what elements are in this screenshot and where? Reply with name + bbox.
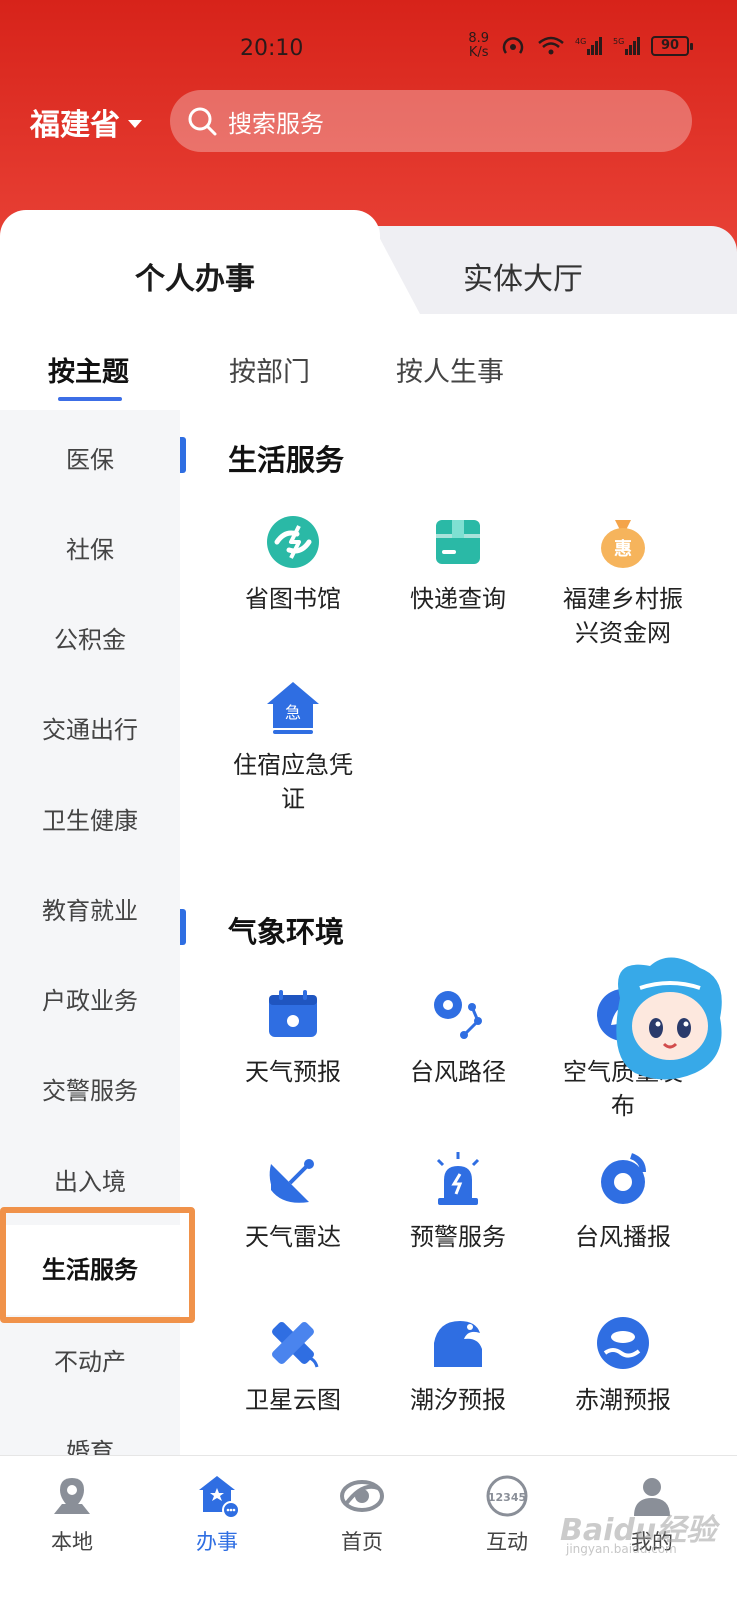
service-tide-forecast[interactable]: 潮汐预报 [378,1313,538,1417]
service-provincial-library[interactable]: 省图书馆 [213,512,373,616]
nav-label: 本地 [51,1530,93,1554]
tab-personal-label[interactable]: 个人办事 [135,254,255,298]
sidebar-item-real-estate[interactable]: 不动产 [0,1342,180,1377]
caret-down-icon [128,120,142,128]
hotline-badge-text: 12345 [488,1491,526,1504]
region-selector[interactable]: 福建省 [30,100,142,144]
svg-text:惠: 惠 [614,539,632,560]
location-pin-icon [54,1478,90,1514]
svg-text:急: 急 [285,703,301,722]
nav-label: 互动 [486,1530,528,1554]
selection-highlight [0,1207,195,1323]
status-time: 20:10 [240,36,304,61]
service-label: 赤潮预报 [575,1386,671,1414]
service-label: 潮汐预报 [410,1386,506,1414]
region-label: 福建省 [30,108,120,143]
service-warning[interactable]: 预警服务 [378,1150,538,1254]
sidebar-item-health[interactable]: 卫生健康 [0,801,180,836]
service-label: 福建乡村振 兴资金网 [563,585,683,647]
nav-interaction[interactable]: 12345 互动 [447,1474,567,1556]
battery-indicator: 90 [651,36,693,56]
section-title-life: 生活服务 [228,443,345,477]
sidebar-item-housing-fund[interactable]: 公积金 [0,620,180,655]
red-tide-icon [597,1317,649,1369]
subtab-by-life-event[interactable]: 按人生事 [396,350,504,389]
calendar-sun-icon [269,990,317,1037]
sidebar-item-education[interactable]: 教育就业 [0,891,180,926]
subtab-by-theme[interactable]: 按主题 [48,350,129,389]
service-label: 卫星云图 [245,1386,341,1414]
service-label: 住宿应急凭 证 [233,751,353,813]
service-label: 省图书馆 [245,585,341,613]
service-accommodation-emergency[interactable]: 急 住宿应急凭 证 [213,678,373,816]
service-label: 台风路径 [410,1058,506,1086]
wave-icon [434,1321,482,1367]
nav-local[interactable]: 本地 [12,1474,132,1556]
service-hall-icon [199,1476,239,1518]
service-label: 天气雷达 [245,1223,341,1251]
sidebar-item-exit-entry[interactable]: 出入境 [0,1162,180,1197]
sidebar-item-social-security[interactable]: 社保 [0,530,180,565]
mascot-assistant[interactable] [600,948,730,1088]
service-label: 天气预报 [245,1058,341,1086]
sidebar-item-transport[interactable]: 交通出行 [0,710,180,745]
sidebar-item-household[interactable]: 户政业务 [0,981,180,1016]
status-icons: 8.9 K/s 4G 5G 90 [468,31,693,60]
tab-hall-label[interactable]: 实体大厅 [463,254,583,298]
search-bar[interactable]: 搜索服务 [170,90,692,152]
signal-5g-icon: 5G [613,37,640,55]
hotline-12345-icon: 12345 [486,1475,528,1517]
top-tabs: 个人办事 实体大厅 [0,210,737,314]
signal-4g-icon: 4G [575,37,602,55]
service-label: 预警服务 [410,1223,506,1251]
wifi-icon [538,36,564,55]
home-logo-icon [340,1480,384,1512]
nav-home[interactable]: 首页 [302,1474,422,1556]
service-red-tide[interactable]: 赤潮预报 [543,1313,703,1417]
subtab-active-indicator [58,397,122,401]
parcel-box-icon [436,520,480,564]
service-express-query[interactable]: 快递查询 [378,512,538,616]
service-typhoon-path[interactable]: 台风路径 [378,985,538,1089]
sidebar-item-marriage[interactable]: 婚育 [0,1432,180,1455]
nav-label: 首页 [341,1530,383,1554]
search-icon [188,107,217,136]
service-label: 台风播报 [575,1223,671,1251]
net-speed: 8.9 K/s [468,31,489,60]
search-placeholder: 搜索服务 [228,109,324,138]
typhoon-icon [601,1153,646,1204]
radar-dish-icon [269,1159,314,1203]
sidebar-item-medical-insurance[interactable]: 医保 [0,440,180,475]
service-satellite-cloud[interactable]: 卫星云图 [213,1313,373,1417]
service-weather-radar[interactable]: 天气雷达 [213,1150,373,1254]
service-rural-revitalization-fund[interactable]: 惠 福建乡村振 兴资金网 [543,512,703,650]
typhoon-path-icon [434,991,482,1039]
nav-services[interactable]: 办事 [157,1474,277,1556]
section-title-weather: 气象环境 [228,915,345,949]
alarm-light-icon [436,1152,480,1205]
baidu-watermark-url: jingyan.baidu.com [566,1542,677,1556]
section-marker [180,437,186,473]
svg-text:5G: 5G [613,37,624,46]
svg-text:4G: 4G [575,37,586,46]
subtab-by-department[interactable]: 按部门 [229,350,310,389]
emergency-house-icon: 急 [267,682,319,734]
satellite-icon [272,1322,319,1368]
money-bag-icon: 惠 [601,520,645,568]
library-icon [267,516,319,568]
nav-label: 办事 [196,1530,238,1554]
section-marker [180,909,186,945]
sidebar-item-traffic-police[interactable]: 交警服务 [0,1071,180,1106]
service-label: 快递查询 [410,585,506,613]
service-typhoon-broadcast[interactable]: 台风播报 [543,1150,703,1254]
hotspot-icon [502,37,524,54]
service-weather-forecast[interactable]: 天气预报 [213,985,373,1089]
